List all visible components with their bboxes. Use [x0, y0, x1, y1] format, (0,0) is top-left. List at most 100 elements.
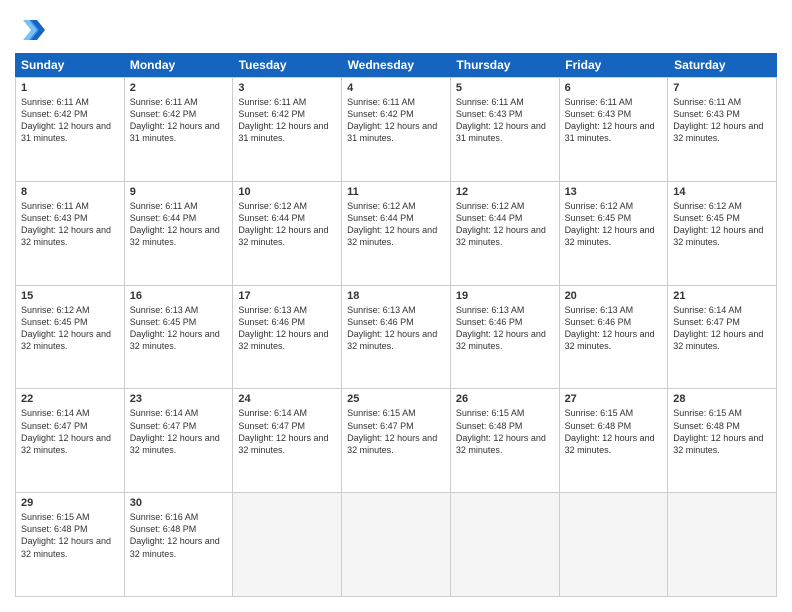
day-number: 11: [347, 186, 445, 198]
day-cell-16: 16 Sunrise: 6:13 AMSunset: 6:45 PMDayligh…: [125, 286, 234, 389]
day-info: Sunrise: 6:15 AMSunset: 6:47 PMDaylight:…: [347, 407, 445, 456]
day-info: Sunrise: 6:12 AMSunset: 6:44 PMDaylight:…: [238, 200, 336, 249]
day-info: Sunrise: 6:13 AMSunset: 6:46 PMDaylight:…: [347, 304, 445, 353]
day-number: 13: [565, 186, 663, 198]
header-day-friday: Friday: [559, 53, 668, 77]
day-info: Sunrise: 6:11 AMSunset: 6:42 PMDaylight:…: [130, 96, 228, 145]
day-cell-29: 29 Sunrise: 6:15 AMSunset: 6:48 PMDayligh…: [16, 493, 125, 596]
day-info: Sunrise: 6:11 AMSunset: 6:43 PMDaylight:…: [565, 96, 663, 145]
day-cell-20: 20 Sunrise: 6:13 AMSunset: 6:46 PMDayligh…: [560, 286, 669, 389]
day-number: 15: [21, 290, 119, 302]
header-day-thursday: Thursday: [450, 53, 559, 77]
day-number: 8: [21, 186, 119, 198]
day-number: 26: [456, 393, 554, 405]
day-info: Sunrise: 6:11 AMSunset: 6:44 PMDaylight:…: [130, 200, 228, 249]
day-cell-21: 21Sunrise: 6:14 AMSunset: 6:47 PMDayligh…: [668, 286, 777, 389]
empty-cell: [342, 493, 451, 596]
empty-cell: [668, 493, 777, 596]
day-cell-10: 10Sunrise: 6:12 AMSunset: 6:44 PMDayligh…: [233, 182, 342, 285]
week-row-1: 1Sunrise: 6:11 AMSunset: 6:42 PMDaylight…: [16, 78, 777, 182]
day-number: 24: [238, 393, 336, 405]
day-number: 20: [565, 290, 663, 302]
day-info: Sunrise: 6:16 AMSunset: 6:48 PMDaylight:…: [130, 511, 228, 560]
logo-icon: [15, 15, 45, 45]
day-info: Sunrise: 6:13 AMSunset: 6:46 PMDaylight:…: [456, 304, 554, 353]
day-cell-12: 12Sunrise: 6:12 AMSunset: 6:44 PMDayligh…: [451, 182, 560, 285]
day-cell-2: 2 Sunrise: 6:11 AMSunset: 6:42 PMDaylight…: [125, 78, 234, 181]
day-number: 30: [130, 497, 228, 509]
day-cell-15: 15 Sunrise: 6:12 AMSunset: 6:45 PMDayligh…: [16, 286, 125, 389]
day-cell-7: 7 Sunrise: 6:11 AMSunset: 6:43 PMDaylight…: [668, 78, 777, 181]
day-info: Sunrise: 6:11 AMSunset: 6:42 PMDaylight:…: [238, 96, 336, 145]
day-info: Sunrise: 6:12 AMSunset: 6:45 PMDaylight:…: [565, 200, 663, 249]
day-cell-22: 22Sunrise: 6:14 AMSunset: 6:47 PMDayligh…: [16, 389, 125, 492]
day-info: Sunrise: 6:12 AMSunset: 6:45 PMDaylight:…: [21, 304, 119, 353]
day-cell-11: 11 Sunrise: 6:12 AMSunset: 6:44 PMDayligh…: [342, 182, 451, 285]
day-number: 5: [456, 82, 554, 94]
day-info: Sunrise: 6:15 AMSunset: 6:48 PMDaylight:…: [456, 407, 554, 456]
header-day-wednesday: Wednesday: [342, 53, 451, 77]
day-cell-26: 26 Sunrise: 6:15 AMSunset: 6:48 PMDayligh…: [451, 389, 560, 492]
day-number: 16: [130, 290, 228, 302]
day-number: 6: [565, 82, 663, 94]
calendar-header: SundayMondayTuesdayWednesdayThursdayFrid…: [15, 53, 777, 77]
calendar: SundayMondayTuesdayWednesdayThursdayFrid…: [15, 53, 777, 597]
day-info: Sunrise: 6:13 AMSunset: 6:45 PMDaylight:…: [130, 304, 228, 353]
header: [15, 15, 777, 45]
day-info: Sunrise: 6:11 AMSunset: 6:42 PMDaylight:…: [21, 96, 119, 145]
day-cell-13: 13 Sunrise: 6:12 AMSunset: 6:45 PMDayligh…: [560, 182, 669, 285]
day-number: 25: [347, 393, 445, 405]
day-cell-27: 27Sunrise: 6:15 AMSunset: 6:48 PMDayligh…: [560, 389, 669, 492]
day-cell-18: 18Sunrise: 6:13 AMSunset: 6:46 PMDayligh…: [342, 286, 451, 389]
day-cell-19: 19Sunrise: 6:13 AMSunset: 6:46 PMDayligh…: [451, 286, 560, 389]
day-number: 3: [238, 82, 336, 94]
day-cell-28: 28 Sunrise: 6:15 AMSunset: 6:48 PMDayligh…: [668, 389, 777, 492]
day-info: Sunrise: 6:11 AMSunset: 6:43 PMDaylight:…: [21, 200, 119, 249]
day-number: 4: [347, 82, 445, 94]
day-info: Sunrise: 6:14 AMSunset: 6:47 PMDaylight:…: [21, 407, 119, 456]
day-info: Sunrise: 6:11 AMSunset: 6:43 PMDaylight:…: [673, 96, 771, 145]
header-day-saturday: Saturday: [668, 53, 777, 77]
day-number: 28: [673, 393, 771, 405]
day-number: 14: [673, 186, 771, 198]
week-row-5: 29 Sunrise: 6:15 AMSunset: 6:48 PMDayligh…: [16, 493, 777, 597]
week-row-2: 8 Sunrise: 6:11 AMSunset: 6:43 PMDaylight…: [16, 182, 777, 286]
day-number: 2: [130, 82, 228, 94]
day-number: 12: [456, 186, 554, 198]
day-cell-8: 8 Sunrise: 6:11 AMSunset: 6:43 PMDaylight…: [16, 182, 125, 285]
day-info: Sunrise: 6:11 AMSunset: 6:43 PMDaylight:…: [456, 96, 554, 145]
day-info: Sunrise: 6:12 AMSunset: 6:44 PMDaylight:…: [347, 200, 445, 249]
day-info: Sunrise: 6:13 AMSunset: 6:46 PMDaylight:…: [565, 304, 663, 353]
day-number: 17: [238, 290, 336, 302]
day-cell-6: 6 Sunrise: 6:11 AMSunset: 6:43 PMDaylight…: [560, 78, 669, 181]
day-info: Sunrise: 6:13 AMSunset: 6:46 PMDaylight:…: [238, 304, 336, 353]
day-number: 29: [21, 497, 119, 509]
day-number: 7: [673, 82, 771, 94]
logo: [15, 15, 49, 45]
day-cell-9: 9 Sunrise: 6:11 AMSunset: 6:44 PMDaylight…: [125, 182, 234, 285]
day-cell-4: 4 Sunrise: 6:11 AMSunset: 6:42 PMDaylight…: [342, 78, 451, 181]
day-cell-3: 3 Sunrise: 6:11 AMSunset: 6:42 PMDaylight…: [233, 78, 342, 181]
empty-cell: [451, 493, 560, 596]
empty-cell: [560, 493, 669, 596]
day-cell-5: 5 Sunrise: 6:11 AMSunset: 6:43 PMDaylight…: [451, 78, 560, 181]
day-cell-30: 30 Sunrise: 6:16 AMSunset: 6:48 PMDayligh…: [125, 493, 234, 596]
page: SundayMondayTuesdayWednesdayThursdayFrid…: [0, 0, 792, 612]
day-info: Sunrise: 6:15 AMSunset: 6:48 PMDaylight:…: [21, 511, 119, 560]
day-info: Sunrise: 6:11 AMSunset: 6:42 PMDaylight:…: [347, 96, 445, 145]
header-day-tuesday: Tuesday: [233, 53, 342, 77]
day-number: 21: [673, 290, 771, 302]
day-info: Sunrise: 6:15 AMSunset: 6:48 PMDaylight:…: [673, 407, 771, 456]
day-cell-1: 1Sunrise: 6:11 AMSunset: 6:42 PMDaylight…: [16, 78, 125, 181]
week-row-3: 15 Sunrise: 6:12 AMSunset: 6:45 PMDayligh…: [16, 286, 777, 390]
day-cell-24: 24 Sunrise: 6:14 AMSunset: 6:47 PMDayligh…: [233, 389, 342, 492]
day-info: Sunrise: 6:14 AMSunset: 6:47 PMDaylight:…: [130, 407, 228, 456]
empty-cell: [233, 493, 342, 596]
day-info: Sunrise: 6:12 AMSunset: 6:45 PMDaylight:…: [673, 200, 771, 249]
day-cell-17: 17 Sunrise: 6:13 AMSunset: 6:46 PMDayligh…: [233, 286, 342, 389]
day-number: 9: [130, 186, 228, 198]
week-row-4: 22Sunrise: 6:14 AMSunset: 6:47 PMDayligh…: [16, 389, 777, 493]
day-info: Sunrise: 6:14 AMSunset: 6:47 PMDaylight:…: [238, 407, 336, 456]
calendar-body: 1Sunrise: 6:11 AMSunset: 6:42 PMDaylight…: [15, 77, 777, 597]
day-number: 23: [130, 393, 228, 405]
